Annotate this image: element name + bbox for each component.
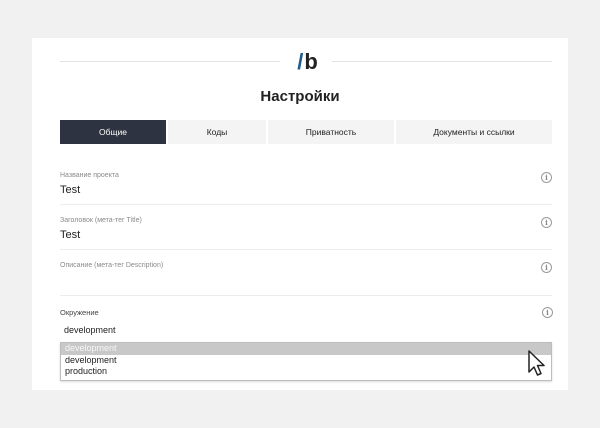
meta-description-label: Описание (мета-тег Description) (60, 262, 164, 269)
project-name-label: Название проекта (60, 172, 119, 179)
project-name-value[interactable]: Test (60, 184, 80, 196)
tab-general[interactable]: Общие (60, 120, 168, 144)
meta-description-field[interactable]: Описание (мета-тег Description) i (60, 262, 552, 296)
tab-privacy[interactable]: Приватность (268, 120, 396, 144)
dropdown-option[interactable]: production (61, 366, 551, 378)
meta-title-field[interactable]: Заголовок (мета-тег Title) Test i (60, 217, 552, 250)
info-icon[interactable]: i (542, 307, 553, 318)
environment-label: Окружение (60, 308, 99, 317)
info-icon[interactable]: i (541, 217, 552, 228)
environment-dropdown-list[interactable]: development development production (60, 342, 552, 381)
mouse-pointer-icon (528, 350, 545, 376)
settings-tabs: Общие Коды Приватность Документы и ссылк… (60, 120, 552, 144)
info-icon[interactable]: i (541, 262, 552, 273)
divider-right (332, 61, 552, 62)
logo-letter: b (304, 49, 319, 74)
logo-header: /b (60, 48, 552, 76)
environment-select[interactable]: development (64, 325, 116, 335)
logo: /b (290, 50, 326, 74)
dropdown-option[interactable]: development (61, 355, 551, 367)
tab-documents-links[interactable]: Документы и ссылки (396, 120, 552, 144)
dropdown-option[interactable]: development (61, 343, 551, 355)
project-name-field[interactable]: Название проекта Test i (60, 172, 552, 205)
divider-left (60, 61, 280, 62)
settings-card: /b Настройки Общие Коды Приватность Доку… (32, 38, 568, 390)
meta-title-value[interactable]: Test (60, 229, 80, 241)
info-icon[interactable]: i (541, 172, 552, 183)
meta-title-label: Заголовок (мета-тег Title) (60, 217, 142, 224)
page-title: Настройки (260, 88, 340, 105)
tab-codes[interactable]: Коды (168, 120, 268, 144)
